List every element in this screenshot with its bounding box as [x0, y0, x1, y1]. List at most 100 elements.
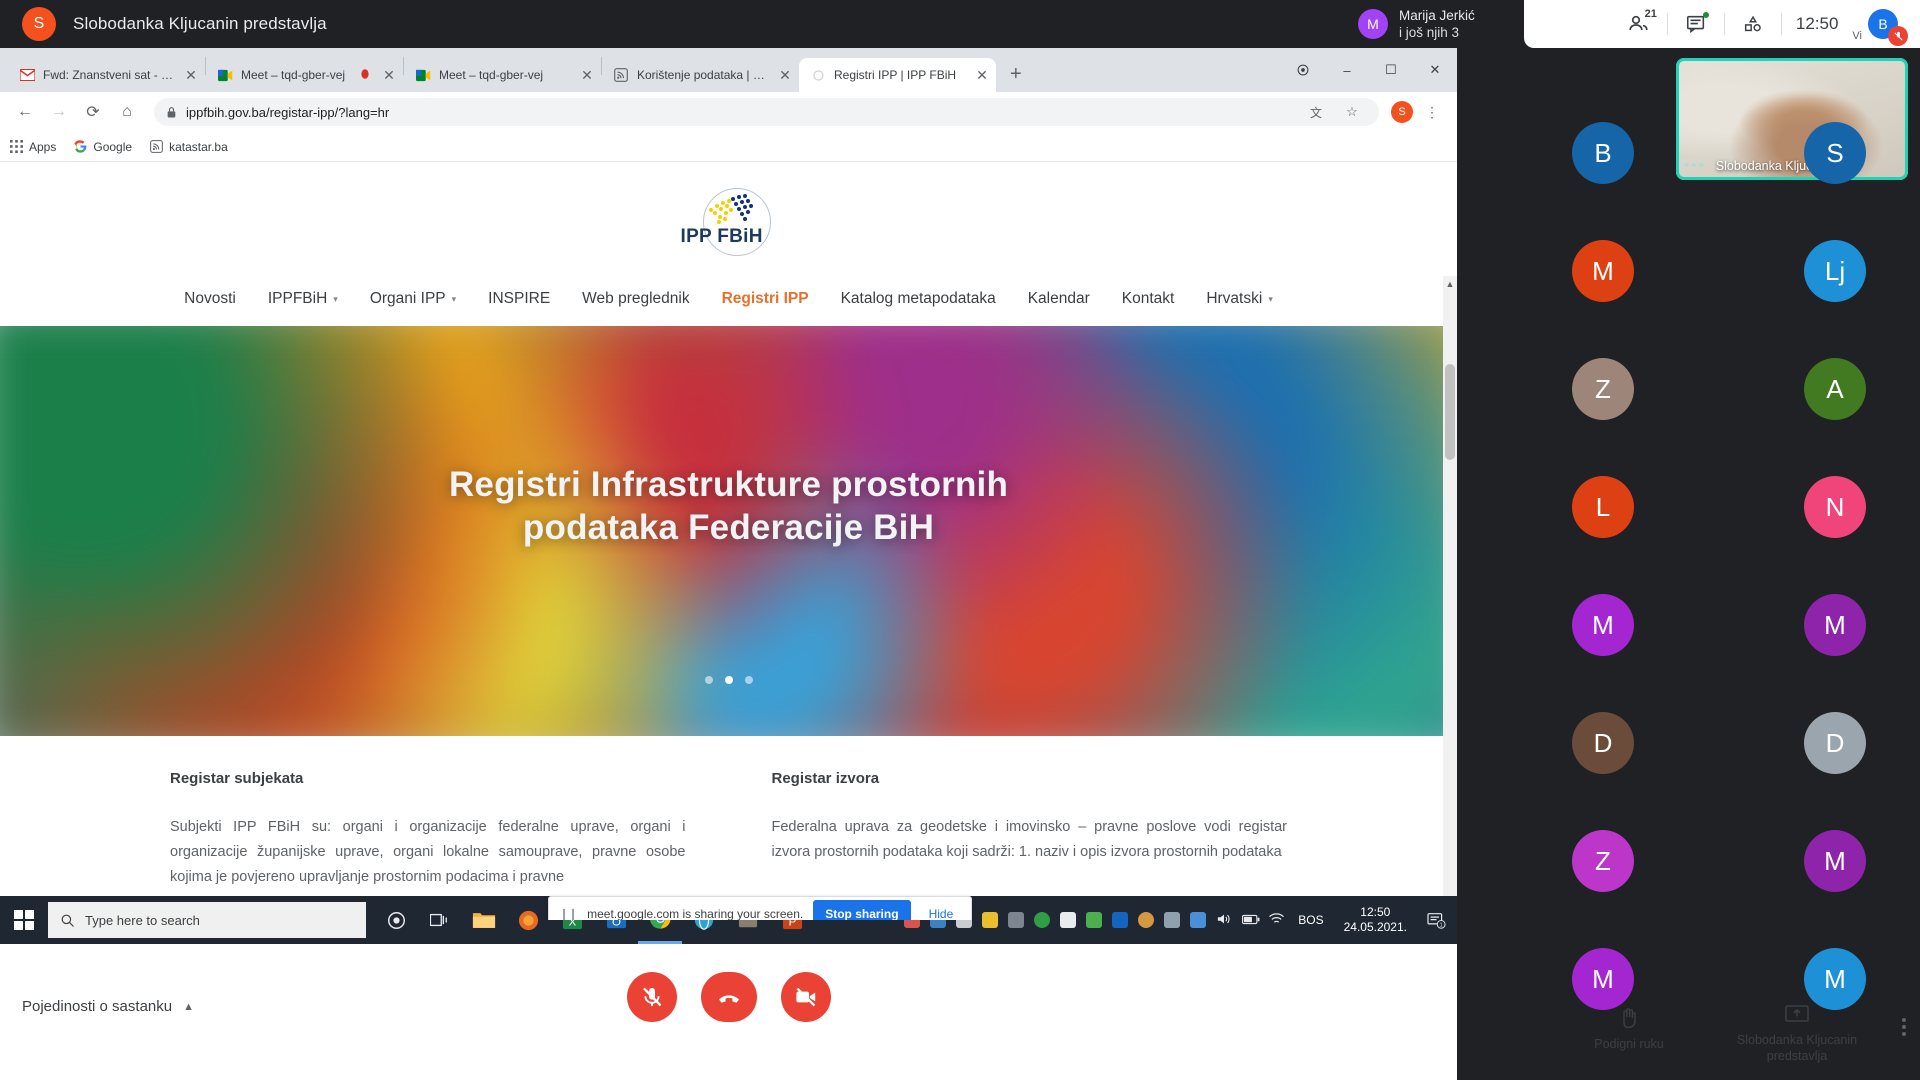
taskbar-app-file-explorer[interactable]: [462, 896, 506, 944]
feed-icon: [150, 140, 163, 153]
participant-tile[interactable]: Z: [1487, 330, 1719, 448]
reload-icon[interactable]: ⟳: [78, 97, 108, 127]
tray-language[interactable]: BOS: [1294, 913, 1327, 927]
close-icon[interactable]: ✕: [579, 67, 595, 84]
tray-icon-monitor[interactable]: [1086, 912, 1103, 928]
browser-tab[interactable]: Korištenje podataka | Katastar.ba ✕: [602, 58, 799, 92]
bookmark-katastar[interactable]: katastar.ba: [150, 140, 228, 154]
browser-tab[interactable]: Fwd: Znanstveni sat - Kratki živo ✕: [8, 58, 205, 92]
participant-tile[interactable]: S: [1719, 94, 1920, 212]
scroll-up-icon[interactable]: ▲: [1444, 279, 1456, 289]
tray-icon-security[interactable]: [982, 912, 999, 928]
participant-tile[interactable]: L: [1487, 448, 1719, 566]
close-icon[interactable]: ✕: [183, 67, 199, 84]
nav-item-katalog-metapodataka[interactable]: Katalog metapodataka: [825, 282, 1012, 316]
hangup-button[interactable]: [700, 972, 757, 1022]
carousel-dot-active[interactable]: [724, 676, 733, 684]
notifications-button[interactable]: 1: [1423, 896, 1449, 944]
tray-clock[interactable]: 12:50 24.05.2021.: [1338, 905, 1413, 935]
more-options-button[interactable]: [1902, 1004, 1906, 1036]
nav-item-novosti[interactable]: Novosti: [168, 282, 252, 316]
tray-icon-update[interactable]: [1138, 912, 1155, 928]
participant-tile[interactable]: A: [1719, 330, 1920, 448]
minimize-button[interactable]: –: [1325, 48, 1369, 92]
hide-toast-button[interactable]: Hide: [921, 907, 962, 920]
tray-icon-usb[interactable]: [1060, 912, 1077, 928]
browser-tab[interactable]: Meet – tqd-gber-vej ✕: [404, 58, 601, 92]
meeting-details-button[interactable]: Pojedinosti o sastanku ▲: [22, 998, 194, 1015]
browser-tab-active[interactable]: Registri IPP | IPP FBiH ✕: [799, 58, 996, 92]
nav-item-kalendar[interactable]: Kalendar: [1012, 282, 1106, 316]
nav-label: INSPIRE: [488, 290, 551, 307]
nav-item-inspire[interactable]: INSPIRE: [472, 282, 566, 316]
address-bar[interactable]: ippfbih.gov.ba/registar-ipp/?lang=hr 文 ☆: [154, 98, 1379, 126]
back-icon[interactable]: ←: [10, 97, 40, 127]
tray-icon-volume-muted[interactable]: [1164, 912, 1181, 928]
tray-icon-bluetooth[interactable]: [1112, 912, 1129, 928]
taskbar-search-input[interactable]: Type here to search: [48, 902, 366, 938]
chrome-menu-icon[interactable]: ⋮: [1417, 97, 1447, 127]
home-icon[interactable]: ⌂: [112, 97, 142, 127]
profile-avatar[interactable]: S: [1391, 101, 1413, 123]
windows-start-icon: [14, 910, 34, 930]
participant-tile[interactable]: M: [1487, 566, 1719, 684]
nav-item-hrvatski[interactable]: Hrvatski ▾: [1190, 282, 1289, 316]
nav-item-ippfbih[interactable]: IPPFBiH ▾: [252, 282, 354, 316]
browser-tab[interactable]: Meet – tqd-gber-vej ✕: [206, 58, 403, 92]
carousel-dot[interactable]: [744, 676, 753, 684]
site-logo[interactable]: IPP FBiH: [681, 186, 777, 258]
raise-hand-button[interactable]: Podigni ruku: [1566, 1004, 1692, 1052]
carousel-dot[interactable]: [704, 676, 713, 684]
participant-tile[interactable]: M: [1719, 566, 1920, 684]
tray-icon-files[interactable]: [1190, 912, 1207, 928]
participant-tile[interactable]: M: [1719, 802, 1920, 920]
ipp-map-icon: [708, 194, 753, 224]
tray-icon-graphics[interactable]: [1008, 912, 1025, 928]
new-tab-button[interactable]: +: [996, 63, 1036, 92]
start-button[interactable]: [0, 896, 48, 944]
forward-icon[interactable]: →: [44, 97, 74, 127]
web-page: IPP FBiH Novosti IPPFBiH ▾ Organi IPP ▾ IN…: [0, 162, 1457, 920]
chat-unread-dot: [1702, 12, 1709, 18]
maximize-button[interactable]: ☐: [1369, 48, 1413, 92]
close-window-button[interactable]: ✕: [1413, 48, 1457, 92]
participant-tile[interactable]: B: [1487, 94, 1719, 212]
mic-toggle-button[interactable]: [626, 972, 677, 1022]
extra-icon[interactable]: [1281, 48, 1325, 92]
close-icon[interactable]: ✕: [381, 67, 397, 84]
participants-button[interactable]: 21: [1611, 0, 1667, 48]
scrollbar-thumb[interactable]: [1445, 364, 1455, 460]
hero-carousel: Registri Infrastrukture prostornih podat…: [0, 326, 1457, 736]
close-icon[interactable]: ✕: [974, 67, 990, 84]
cortana-button[interactable]: [374, 896, 418, 944]
camera-toggle-button[interactable]: [780, 972, 831, 1022]
participant-tile[interactable]: M: [1487, 212, 1719, 330]
chat-button[interactable]: [1668, 0, 1724, 48]
participant-tile[interactable]: Z: [1487, 802, 1719, 920]
participant-tile[interactable]: D: [1719, 684, 1920, 802]
task-view-button[interactable]: [418, 896, 462, 944]
tray-icon-battery[interactable]: [1242, 912, 1260, 928]
meet-call-controls: [626, 972, 831, 1022]
present-now-button[interactable]: Slobodanka Kljucanin predstavlja: [1734, 1004, 1860, 1064]
translate-icon[interactable]: 文: [1301, 97, 1331, 127]
nav-item-registri-ipp[interactable]: Registri IPP: [706, 282, 825, 316]
tray-icon-globe[interactable]: [1034, 912, 1051, 928]
tray-icon-speaker[interactable]: [1216, 912, 1232, 928]
page-scrollbar[interactable]: ▲ ▼: [1443, 276, 1457, 920]
participant-tile[interactable]: N: [1719, 448, 1920, 566]
participant-tile[interactable]: Lj: [1719, 212, 1920, 330]
stop-sharing-button[interactable]: Stop sharing: [813, 900, 911, 920]
bookmark-google[interactable]: Google: [74, 140, 132, 154]
participant-tile[interactable]: D: [1487, 684, 1719, 802]
pause-icon[interactable]: ❙❙: [559, 907, 578, 920]
taskbar-app-firefox[interactable]: [506, 896, 550, 944]
bookmark-star-icon[interactable]: ☆: [1337, 97, 1367, 127]
nav-item-kontakt[interactable]: Kontakt: [1106, 282, 1191, 316]
tray-icon-wifi[interactable]: [1268, 912, 1285, 928]
nav-item-web-preglednik[interactable]: Web preglednik: [566, 282, 705, 316]
activities-button[interactable]: [1725, 0, 1781, 48]
close-icon[interactable]: ✕: [777, 67, 793, 84]
bookmark-apps[interactable]: Apps: [10, 140, 56, 154]
nav-item-organi-ipp[interactable]: Organi IPP ▾: [354, 282, 472, 316]
